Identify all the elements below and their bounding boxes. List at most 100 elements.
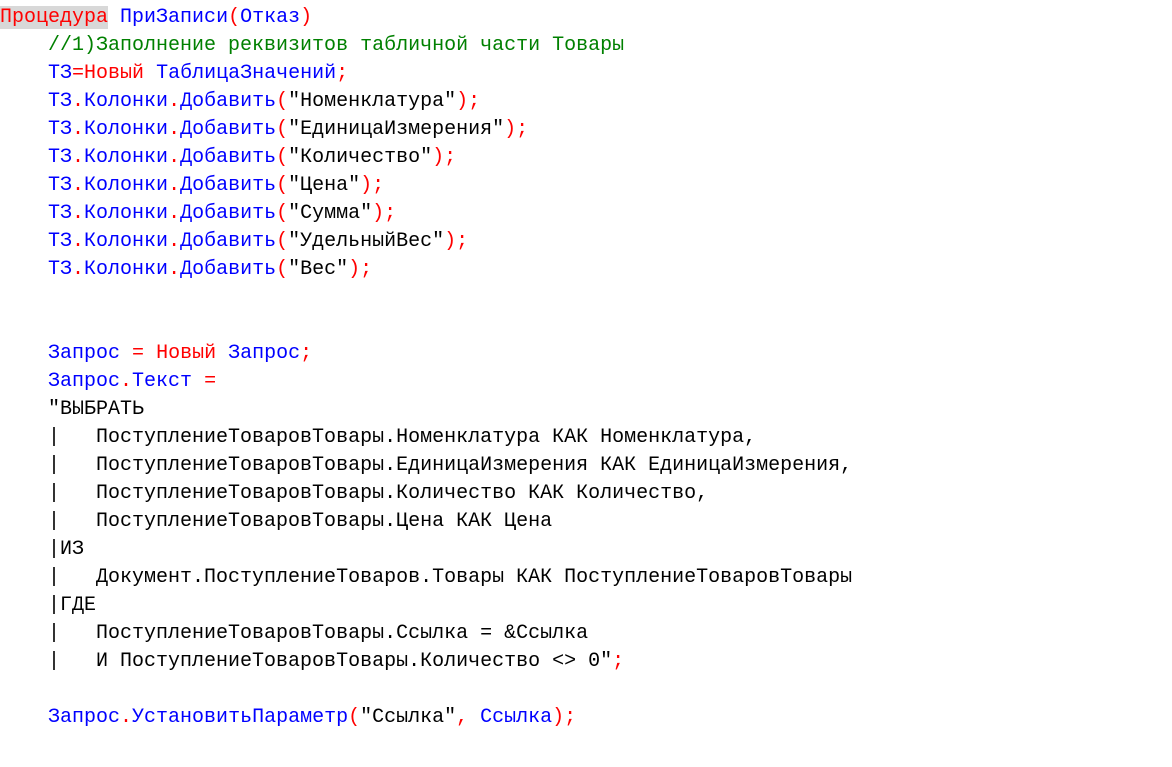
code-line: ТЗ.Колонки.Добавить("УдельныйВес"); (0, 228, 1172, 256)
code-token: ); (504, 118, 528, 141)
code-line: | Документ.ПоступлениеТоваров.Товары КАК… (0, 564, 1172, 592)
code-token: , (456, 706, 468, 729)
code-line: ТЗ.Колонки.Добавить("Номенклатура"); (0, 88, 1172, 116)
code-token: | ПоступлениеТоваровТовары.Количество КА… (48, 482, 708, 505)
code-line: //1)Заполнение реквизитов табличной част… (0, 32, 1172, 60)
code-token: "Цена" (288, 174, 360, 197)
code-token: Текст (132, 370, 192, 393)
code-token: . (72, 146, 84, 169)
code-token: ) (300, 6, 312, 29)
code-line: | ПоступлениеТоваровТовары.Номенклатура … (0, 424, 1172, 452)
code-token: Колонки (84, 118, 168, 141)
code-token (108, 6, 120, 29)
code-token: . (168, 258, 180, 281)
code-token: ( (276, 230, 288, 253)
code-token: Добавить (180, 174, 276, 197)
code-token: ); (372, 202, 396, 225)
code-token: | Документ.ПоступлениеТоваров.Товары КАК… (48, 566, 852, 589)
code-token: "Вес" (288, 258, 348, 281)
code-token: . (120, 370, 132, 393)
code-token: ТЗ (48, 118, 72, 141)
code-line: ТЗ=Новый ТаблицаЗначений; (0, 60, 1172, 88)
code-token: ); (360, 174, 384, 197)
code-token: Добавить (180, 258, 276, 281)
code-token: ); (456, 90, 480, 113)
code-line: | ПоступлениеТоваровТовары.Ссылка = &Ссы… (0, 620, 1172, 648)
code-token: . (168, 174, 180, 197)
code-token: Колонки (84, 90, 168, 113)
code-token: ТЗ (48, 230, 72, 253)
code-line: ТЗ.Колонки.Добавить("Вес"); (0, 256, 1172, 284)
code-token: | ПоступлениеТоваровТовары.Ссылка = &Ссы… (48, 622, 588, 645)
code-token: ( (276, 118, 288, 141)
code-token: . (120, 706, 132, 729)
code-token: ); (432, 146, 456, 169)
code-token: Новый (84, 62, 144, 85)
code-token: ); (444, 230, 468, 253)
code-line: |ГДЕ (0, 592, 1172, 620)
code-token: | И ПоступлениеТоваровТовары.Количество … (48, 650, 612, 673)
code-token: ( (276, 90, 288, 113)
code-token: . (168, 90, 180, 113)
code-token: ТЗ (48, 146, 72, 169)
code-token: ТЗ (48, 174, 72, 197)
code-token: . (72, 230, 84, 253)
code-line: Запрос.Текст = (0, 368, 1172, 396)
code-block: Процедура ПриЗаписи(Отказ) //1)Заполнени… (0, 0, 1172, 732)
code-token: Колонки (84, 174, 168, 197)
code-token: |ГДЕ (48, 594, 96, 617)
code-token: . (72, 258, 84, 281)
code-token: Колонки (84, 146, 168, 169)
code-token: . (72, 174, 84, 197)
code-token: "Ссылка" (360, 706, 456, 729)
code-token: УстановитьПараметр (132, 706, 348, 729)
code-line: | ПоступлениеТоваровТовары.ЕдиницаИзмере… (0, 452, 1172, 480)
code-line: ТЗ.Колонки.Добавить("Количество"); (0, 144, 1172, 172)
code-token: "Номенклатура" (288, 90, 456, 113)
code-line: | ПоступлениеТоваровТовары.Количество КА… (0, 480, 1172, 508)
code-token: Колонки (84, 202, 168, 225)
code-token: Запрос (48, 370, 120, 393)
code-line (0, 284, 1172, 312)
code-token: . (168, 202, 180, 225)
code-token: "ЕдиницаИзмерения" (288, 118, 504, 141)
code-token (216, 342, 228, 365)
code-token: Отказ (240, 6, 300, 29)
code-token: Колонки (84, 258, 168, 281)
code-token: = (204, 370, 216, 393)
code-line (0, 676, 1172, 704)
code-token: . (72, 90, 84, 113)
code-token: = (72, 62, 84, 85)
code-token: ТаблицаЗначений (156, 62, 336, 85)
code-token: "Сумма" (288, 202, 372, 225)
code-token: Добавить (180, 230, 276, 253)
code-line: |ИЗ (0, 536, 1172, 564)
code-token (468, 706, 480, 729)
code-token: ( (276, 174, 288, 197)
code-line: ТЗ.Колонки.Добавить("Сумма"); (0, 200, 1172, 228)
code-token (120, 342, 132, 365)
code-token (144, 62, 156, 85)
code-token: ( (276, 146, 288, 169)
code-token: ); (348, 258, 372, 281)
code-line: ТЗ.Колонки.Добавить("ЕдиницаИзмерения"); (0, 116, 1172, 144)
code-token: Добавить (180, 90, 276, 113)
code-line: "ВЫБРАТЬ (0, 396, 1172, 424)
code-token: Новый (156, 342, 216, 365)
code-token: ( (228, 6, 240, 29)
code-token: . (72, 202, 84, 225)
code-token: Колонки (84, 230, 168, 253)
code-token: "Количество" (288, 146, 432, 169)
code-token: ТЗ (48, 202, 72, 225)
code-token: Добавить (180, 202, 276, 225)
code-token (192, 370, 204, 393)
code-line (0, 312, 1172, 340)
code-token: ТЗ (48, 62, 72, 85)
code-token: . (168, 146, 180, 169)
code-token: Добавить (180, 118, 276, 141)
code-line: Запрос.УстановитьПараметр("Ссылка", Ссыл… (0, 704, 1172, 732)
code-token: //1)Заполнение реквизитов табличной част… (48, 34, 624, 57)
code-token: Процедура (0, 6, 108, 29)
code-line: | ПоступлениеТоваровТовары.Цена КАК Цена (0, 508, 1172, 536)
code-token: ТЗ (48, 90, 72, 113)
